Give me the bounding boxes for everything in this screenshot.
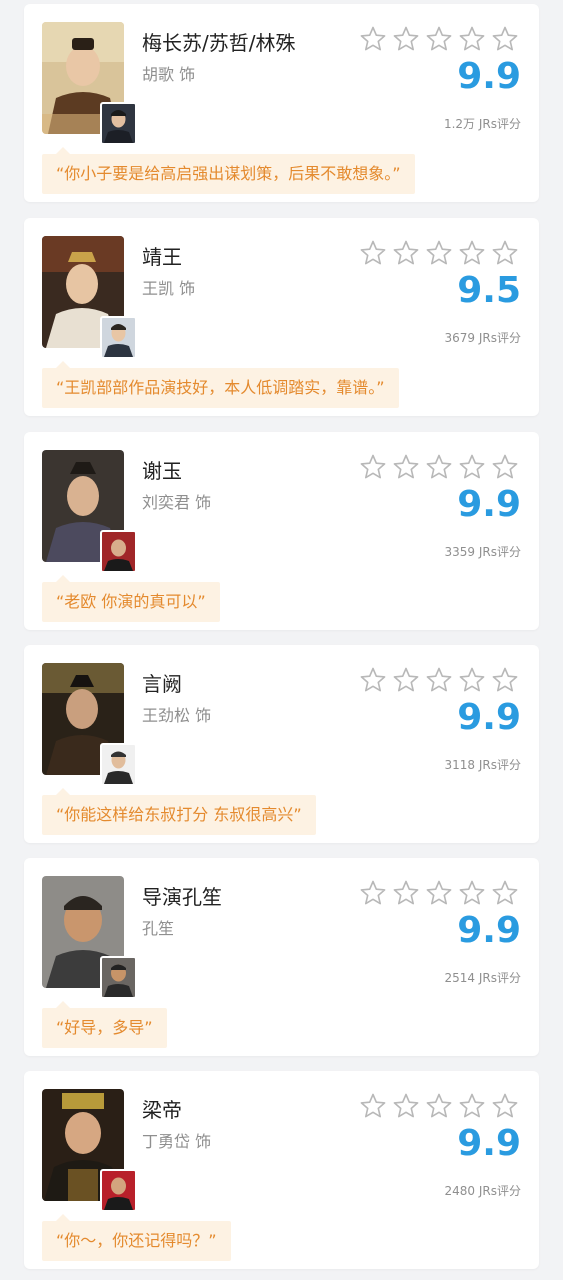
actor-thumbnail[interactable]: [100, 1169, 137, 1212]
star-outline-icon[interactable]: [359, 666, 387, 694]
star-outline-icon[interactable]: [458, 453, 486, 481]
star-outline-icon[interactable]: [458, 1092, 486, 1120]
star-outline-icon[interactable]: [392, 453, 420, 481]
actor-name: 刘奕君 饰: [142, 493, 212, 512]
rating-card[interactable]: 梁帝 丁勇岱 饰 9.9 2480 JRs评分 “你～，你还记得吗？”: [24, 1071, 539, 1269]
top-comment[interactable]: “你能这样给东叔打分 东叔很高兴”: [42, 788, 316, 835]
star-outline-icon[interactable]: [359, 1092, 387, 1120]
actor-thumbnail[interactable]: [100, 956, 137, 999]
star-outline-icon[interactable]: [425, 1092, 453, 1120]
actor-name: 王劲松 饰: [142, 706, 212, 725]
star-outline-icon[interactable]: [392, 25, 420, 53]
star-outline-icon[interactable]: [392, 879, 420, 907]
star-outline-icon[interactable]: [359, 239, 387, 267]
star-outline-icon[interactable]: [458, 879, 486, 907]
top-comment[interactable]: “老欧 你演的真可以”: [42, 575, 220, 622]
rating-count: 3118 JRs评分: [444, 758, 521, 772]
top-comment[interactable]: “好导，多导”: [42, 1001, 167, 1048]
actor-thumbnail[interactable]: [100, 102, 137, 145]
actor-name: 王凯 饰: [142, 279, 196, 298]
star-outline-icon[interactable]: [425, 25, 453, 53]
actor-thumbnail[interactable]: [100, 530, 137, 573]
rating-card[interactable]: 导演孔笙 孔笙 9.9 2514 JRs评分 “好导，多导”: [24, 858, 539, 1056]
average-score: 9.9: [457, 484, 521, 525]
character-name: 导演孔笙: [142, 885, 222, 909]
star-outline-icon[interactable]: [491, 25, 519, 53]
star-outline-icon[interactable]: [425, 453, 453, 481]
star-outline-icon[interactable]: [491, 453, 519, 481]
rating-card[interactable]: 谢玉 刘奕君 饰 9.9 3359 JRs评分 “老欧 你演的真可以”: [24, 432, 539, 630]
average-score: 9.5: [457, 270, 521, 311]
rating-count: 3359 JRs评分: [444, 545, 521, 559]
star-outline-icon[interactable]: [491, 666, 519, 694]
rating-count: 2480 JRs评分: [444, 1184, 521, 1198]
rating-count: 2514 JRs评分: [444, 971, 521, 985]
character-name: 梅长苏/苏哲/林殊: [142, 31, 296, 55]
character-name: 谢玉: [142, 459, 182, 483]
top-comment[interactable]: “你～，你还记得吗？”: [42, 1214, 231, 1261]
rating-card[interactable]: 言阙 王劲松 饰 9.9 3118 JRs评分 “你能这样给东叔打分 东叔很高兴…: [24, 645, 539, 843]
star-outline-icon[interactable]: [458, 666, 486, 694]
rating-count: 3679 JRs评分: [444, 331, 521, 345]
star-outline-icon[interactable]: [458, 239, 486, 267]
star-outline-icon[interactable]: [425, 239, 453, 267]
rating-list: 梅长苏/苏哲/林殊 胡歌 饰 9.9 1.2万 JRs评分 “你小子要是给高启强…: [0, 0, 563, 1280]
star-outline-icon[interactable]: [392, 239, 420, 267]
average-score: 9.9: [457, 56, 521, 97]
top-comment[interactable]: “你小子要是给高启强出谋划策，后果不敢想象。”: [42, 147, 415, 194]
rating-card[interactable]: 梅长苏/苏哲/林殊 胡歌 饰 9.9 1.2万 JRs评分 “你小子要是给高启强…: [24, 4, 539, 202]
actor-name: 孔笙: [142, 919, 175, 938]
star-outline-icon[interactable]: [458, 25, 486, 53]
average-score: 9.9: [457, 1123, 521, 1164]
star-outline-icon[interactable]: [359, 879, 387, 907]
star-outline-icon[interactable]: [359, 453, 387, 481]
character-name: 言阙: [142, 672, 182, 696]
star-outline-icon[interactable]: [425, 879, 453, 907]
character-name: 靖王: [142, 245, 182, 269]
actor-name: 丁勇岱 饰: [142, 1132, 212, 1151]
actor-name: 胡歌 饰: [142, 65, 196, 84]
star-outline-icon[interactable]: [491, 1092, 519, 1120]
character-name: 梁帝: [142, 1098, 182, 1122]
average-score: 9.9: [457, 910, 521, 951]
star-outline-icon[interactable]: [491, 879, 519, 907]
star-outline-icon[interactable]: [392, 666, 420, 694]
actor-thumbnail[interactable]: [100, 743, 137, 786]
star-outline-icon[interactable]: [359, 25, 387, 53]
rating-count: 1.2万 JRs评分: [443, 117, 521, 131]
rating-card[interactable]: 靖王 王凯 饰 9.5 3679 JRs评分 “王凯部部作品演技好，本人低调踏实…: [24, 218, 539, 416]
star-outline-icon[interactable]: [491, 239, 519, 267]
star-outline-icon[interactable]: [425, 666, 453, 694]
actor-thumbnail[interactable]: [100, 316, 137, 359]
top-comment[interactable]: “王凯部部作品演技好，本人低调踏实，靠谱。”: [42, 361, 399, 408]
average-score: 9.9: [457, 697, 521, 738]
star-outline-icon[interactable]: [392, 1092, 420, 1120]
